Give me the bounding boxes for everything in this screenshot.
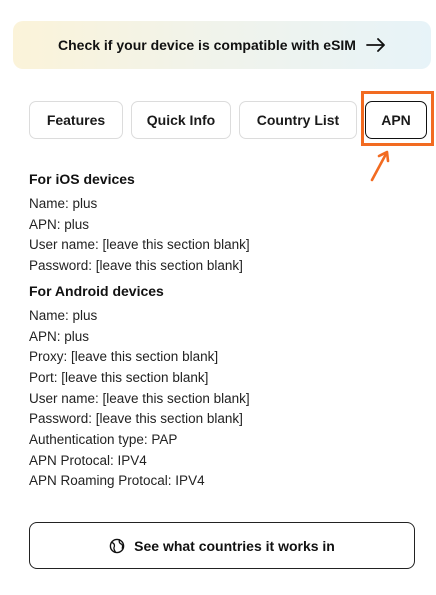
tab-label: APN bbox=[381, 112, 411, 128]
info-tabs: Features Quick Info Country List APN bbox=[29, 101, 427, 139]
globe-icon bbox=[109, 538, 125, 554]
android-line: APN: plus bbox=[29, 328, 90, 344]
android-line: Proxy: [leave this section blank] bbox=[29, 349, 219, 365]
tab-label: Country List bbox=[256, 112, 340, 128]
see-countries-button[interactable]: See what countries it works in bbox=[29, 522, 415, 569]
android-line: APN Protocal: IPV4 bbox=[29, 452, 147, 468]
ios-heading: For iOS devices bbox=[29, 171, 135, 187]
android-line: User name: [leave this section blank] bbox=[29, 390, 250, 406]
arrow-right-icon bbox=[366, 38, 386, 52]
tab-label: Features bbox=[46, 112, 106, 128]
android-line: Authentication type: PAP bbox=[29, 432, 178, 448]
banner-label: Check if your device is compatible with … bbox=[58, 37, 356, 53]
apn-settings: For iOS devices Name: plus APN: plus Use… bbox=[29, 169, 409, 492]
android-heading: For Android devices bbox=[29, 282, 164, 299]
ios-line: Name: plus bbox=[29, 196, 98, 211]
cta-label: See what countries it works in bbox=[134, 537, 335, 554]
tab-quick-info[interactable]: Quick Info bbox=[131, 101, 231, 139]
tab-label: Quick Info bbox=[146, 112, 216, 128]
android-section: For Android devices Name: plus APN: plus… bbox=[29, 281, 409, 492]
android-line: Password: [leave this section blank] bbox=[29, 411, 243, 427]
tab-country-list[interactable]: Country List bbox=[239, 101, 357, 139]
ios-line: Password: [leave this section blank] bbox=[29, 258, 243, 274]
ios-line: User name: [leave this section blank] bbox=[29, 237, 250, 253]
tab-features[interactable]: Features bbox=[29, 101, 123, 139]
android-line: Name: plus bbox=[29, 307, 98, 323]
android-line: APN Roaming Protocal: IPV4 bbox=[29, 473, 205, 489]
ios-line: APN: plus bbox=[29, 216, 90, 232]
ios-section: For iOS devices Name: plus APN: plus Use… bbox=[29, 169, 409, 277]
android-line: Port: [leave this section blank] bbox=[29, 369, 209, 385]
esim-compatibility-banner[interactable]: Check if your device is compatible with … bbox=[13, 21, 431, 69]
tab-apn[interactable]: APN bbox=[365, 101, 427, 139]
